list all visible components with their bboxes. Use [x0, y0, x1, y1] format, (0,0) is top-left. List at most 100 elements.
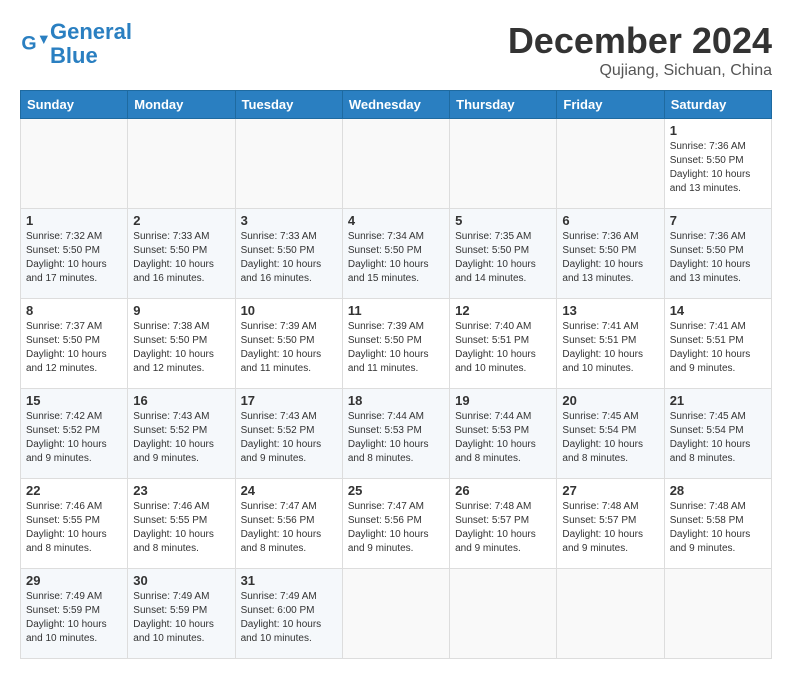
- cell-content: Sunrise: 7:41 AMSunset: 5:51 PMDaylight:…: [562, 320, 658, 376]
- col-header-tuesday: Tuesday: [235, 91, 342, 119]
- cell-content: Sunrise: 7:33 AMSunset: 5:50 PMDaylight:…: [133, 230, 229, 286]
- calendar-cell: [342, 119, 449, 209]
- day-number: 10: [241, 303, 337, 318]
- calendar-cell: 8 Sunrise: 7:37 AMSunset: 5:50 PMDayligh…: [21, 299, 128, 389]
- cell-content: Sunrise: 7:47 AMSunset: 5:56 PMDaylight:…: [241, 500, 337, 556]
- calendar-cell: 21 Sunrise: 7:45 AMSunset: 5:54 PMDaylig…: [664, 389, 771, 479]
- calendar-cell: 9 Sunrise: 7:38 AMSunset: 5:50 PMDayligh…: [128, 299, 235, 389]
- calendar-cell: [128, 119, 235, 209]
- cell-content: Sunrise: 7:36 AMSunset: 5:50 PMDaylight:…: [562, 230, 658, 286]
- calendar-cell: 31 Sunrise: 7:49 AMSunset: 6:00 PMDaylig…: [235, 569, 342, 659]
- col-header-thursday: Thursday: [450, 91, 557, 119]
- calendar-cell: 4 Sunrise: 7:34 AMSunset: 5:50 PMDayligh…: [342, 209, 449, 299]
- cell-content: Sunrise: 7:49 AMSunset: 5:59 PMDaylight:…: [133, 590, 229, 646]
- month-title: December 2024: [508, 20, 772, 62]
- cell-content: Sunrise: 7:47 AMSunset: 5:56 PMDaylight:…: [348, 500, 444, 556]
- day-number: 13: [562, 303, 658, 318]
- calendar-cell: 17 Sunrise: 7:43 AMSunset: 5:52 PMDaylig…: [235, 389, 342, 479]
- day-number: 28: [670, 483, 766, 498]
- day-number: 5: [455, 213, 551, 228]
- col-header-wednesday: Wednesday: [342, 91, 449, 119]
- day-number: 7: [670, 213, 766, 228]
- calendar-cell: [557, 569, 664, 659]
- calendar-cell: 27 Sunrise: 7:48 AMSunset: 5:57 PMDaylig…: [557, 479, 664, 569]
- cell-content: Sunrise: 7:44 AMSunset: 5:53 PMDaylight:…: [348, 410, 444, 466]
- cell-content: Sunrise: 7:49 AMSunset: 5:59 PMDaylight:…: [26, 590, 122, 646]
- cell-content: Sunrise: 7:48 AMSunset: 5:57 PMDaylight:…: [455, 500, 551, 556]
- day-number: 27: [562, 483, 658, 498]
- calendar-cell: [664, 569, 771, 659]
- location: Qujiang, Sichuan, China: [508, 62, 772, 80]
- calendar-cell: 29 Sunrise: 7:49 AMSunset: 5:59 PMDaylig…: [21, 569, 128, 659]
- logo-text: General Blue: [50, 20, 132, 68]
- calendar-cell: 30 Sunrise: 7:49 AMSunset: 5:59 PMDaylig…: [128, 569, 235, 659]
- cell-content: Sunrise: 7:40 AMSunset: 5:51 PMDaylight:…: [455, 320, 551, 376]
- col-header-sunday: Sunday: [21, 91, 128, 119]
- cell-content: Sunrise: 7:35 AMSunset: 5:50 PMDaylight:…: [455, 230, 551, 286]
- col-header-monday: Monday: [128, 91, 235, 119]
- day-number: 18: [348, 393, 444, 408]
- day-number: 31: [241, 573, 337, 588]
- day-number: 3: [241, 213, 337, 228]
- day-number: 9: [133, 303, 229, 318]
- cell-content: Sunrise: 7:43 AMSunset: 5:52 PMDaylight:…: [133, 410, 229, 466]
- calendar-cell: 14 Sunrise: 7:41 AMSunset: 5:51 PMDaylig…: [664, 299, 771, 389]
- cell-content: Sunrise: 7:46 AMSunset: 5:55 PMDaylight:…: [26, 500, 122, 556]
- col-header-friday: Friday: [557, 91, 664, 119]
- calendar-cell: 10 Sunrise: 7:39 AMSunset: 5:50 PMDaylig…: [235, 299, 342, 389]
- calendar-cell: 24 Sunrise: 7:47 AMSunset: 5:56 PMDaylig…: [235, 479, 342, 569]
- cell-content: Sunrise: 7:46 AMSunset: 5:55 PMDaylight:…: [133, 500, 229, 556]
- day-number: 20: [562, 393, 658, 408]
- calendar-cell: 5 Sunrise: 7:35 AMSunset: 5:50 PMDayligh…: [450, 209, 557, 299]
- calendar-cell: 25 Sunrise: 7:47 AMSunset: 5:56 PMDaylig…: [342, 479, 449, 569]
- calendar-cell: 11 Sunrise: 7:39 AMSunset: 5:50 PMDaylig…: [342, 299, 449, 389]
- day-number: 22: [26, 483, 122, 498]
- calendar-cell: 3 Sunrise: 7:33 AMSunset: 5:50 PMDayligh…: [235, 209, 342, 299]
- cell-content: Sunrise: 7:45 AMSunset: 5:54 PMDaylight:…: [670, 410, 766, 466]
- calendar-cell: [557, 119, 664, 209]
- logo: G General Blue: [20, 20, 132, 68]
- calendar-cell: 7 Sunrise: 7:36 AMSunset: 5:50 PMDayligh…: [664, 209, 771, 299]
- calendar-cell: 1 Sunrise: 7:36 AMSunset: 5:50 PMDayligh…: [664, 119, 771, 209]
- cell-content: Sunrise: 7:48 AMSunset: 5:58 PMDaylight:…: [670, 500, 766, 556]
- calendar-cell: 12 Sunrise: 7:40 AMSunset: 5:51 PMDaylig…: [450, 299, 557, 389]
- page-header: G General Blue December 2024 Qujiang, Si…: [20, 20, 772, 80]
- calendar-cell: [235, 119, 342, 209]
- day-number: 6: [562, 213, 658, 228]
- day-number: 1: [670, 123, 766, 138]
- cell-content: Sunrise: 7:41 AMSunset: 5:51 PMDaylight:…: [670, 320, 766, 376]
- col-header-saturday: Saturday: [664, 91, 771, 119]
- day-number: 15: [26, 393, 122, 408]
- cell-content: Sunrise: 7:36 AMSunset: 5:50 PMDaylight:…: [670, 140, 766, 196]
- day-number: 1: [26, 213, 122, 228]
- cell-content: Sunrise: 7:33 AMSunset: 5:50 PMDaylight:…: [241, 230, 337, 286]
- day-number: 19: [455, 393, 551, 408]
- cell-content: Sunrise: 7:39 AMSunset: 5:50 PMDaylight:…: [241, 320, 337, 376]
- calendar-cell: 1 Sunrise: 7:32 AMSunset: 5:50 PMDayligh…: [21, 209, 128, 299]
- day-number: 4: [348, 213, 444, 228]
- day-number: 23: [133, 483, 229, 498]
- calendar-cell: 18 Sunrise: 7:44 AMSunset: 5:53 PMDaylig…: [342, 389, 449, 479]
- calendar-cell: 13 Sunrise: 7:41 AMSunset: 5:51 PMDaylig…: [557, 299, 664, 389]
- calendar-cell: 2 Sunrise: 7:33 AMSunset: 5:50 PMDayligh…: [128, 209, 235, 299]
- logo-line2: Blue: [50, 43, 98, 68]
- cell-content: Sunrise: 7:48 AMSunset: 5:57 PMDaylight:…: [562, 500, 658, 556]
- day-number: 14: [670, 303, 766, 318]
- calendar-cell: 6 Sunrise: 7:36 AMSunset: 5:50 PMDayligh…: [557, 209, 664, 299]
- calendar-cell: 15 Sunrise: 7:42 AMSunset: 5:52 PMDaylig…: [21, 389, 128, 479]
- calendar-cell: [21, 119, 128, 209]
- cell-content: Sunrise: 7:36 AMSunset: 5:50 PMDaylight:…: [670, 230, 766, 286]
- day-number: 8: [26, 303, 122, 318]
- title-block: December 2024 Qujiang, Sichuan, China: [508, 20, 772, 80]
- day-number: 16: [133, 393, 229, 408]
- cell-content: Sunrise: 7:38 AMSunset: 5:50 PMDaylight:…: [133, 320, 229, 376]
- svg-text:G: G: [21, 33, 36, 55]
- cell-content: Sunrise: 7:34 AMSunset: 5:50 PMDaylight:…: [348, 230, 444, 286]
- day-number: 2: [133, 213, 229, 228]
- cell-content: Sunrise: 7:37 AMSunset: 5:50 PMDaylight:…: [26, 320, 122, 376]
- cell-content: Sunrise: 7:32 AMSunset: 5:50 PMDaylight:…: [26, 230, 122, 286]
- day-number: 30: [133, 573, 229, 588]
- calendar-cell: 16 Sunrise: 7:43 AMSunset: 5:52 PMDaylig…: [128, 389, 235, 479]
- calendar-cell: [450, 569, 557, 659]
- cell-content: Sunrise: 7:49 AMSunset: 6:00 PMDaylight:…: [241, 590, 337, 646]
